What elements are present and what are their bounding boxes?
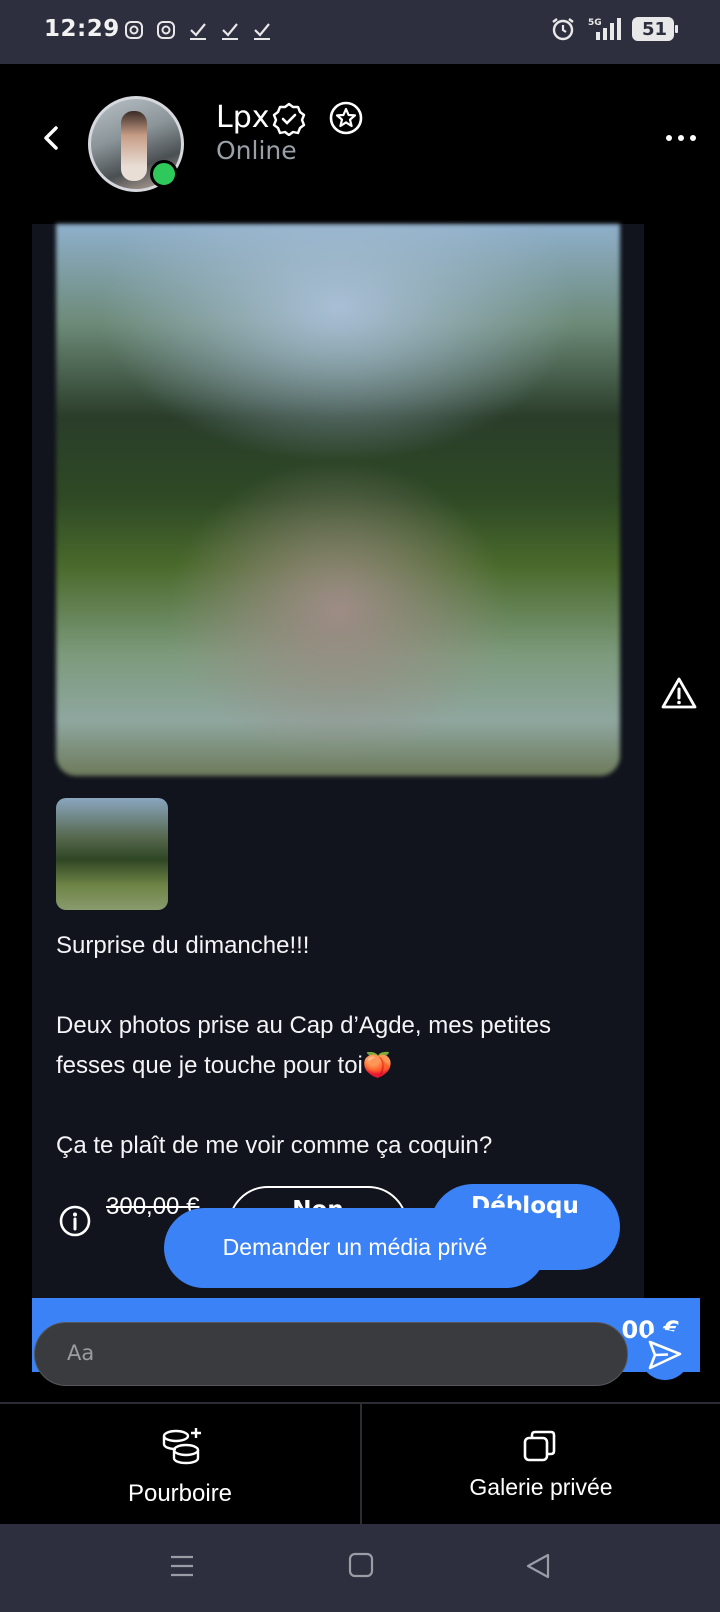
system-icons: 5G 51 [550,16,678,42]
private-gallery-button[interactable]: Galerie privée [362,1404,720,1526]
notification-icons [124,20,272,40]
alarm-icon [552,18,574,41]
online-indicator [150,160,178,188]
coins-plus-icon [162,1428,201,1465]
status-bar: 12:29 5G 51 [0,0,720,64]
send-icon [648,1340,682,1370]
recents-icon[interactable] [168,1552,196,1580]
tip-button[interactable]: Pourboire [0,1404,360,1526]
check-icon [254,23,270,40]
more-icon[interactable] [664,128,698,148]
user-name[interactable]: Lpx [216,100,270,135]
back-icon[interactable] [36,122,68,154]
instagram-icon [157,21,175,39]
verified-icon [272,102,306,136]
message-composer[interactable]: Aa [34,1322,628,1386]
battery-indicator: 51 [632,17,678,41]
signal-5g-icon: 5G [588,18,621,40]
chat-header: Lpx Online [0,64,720,224]
check-icon [190,23,206,40]
gallery-label: Galerie privée [469,1474,613,1500]
system-nav-bar [0,1524,720,1612]
message-text: Surprise du dimanche!!! Deux photos pris… [56,932,551,1159]
media-thumbnail[interactable] [56,798,168,910]
message-input[interactable]: Aa [67,1341,94,1365]
status-time: 12:29 [44,16,120,42]
tip-label: Pourboire [127,1480,233,1507]
warning-icon[interactable] [660,676,698,710]
message-card: Surprise du dimanche!!! Deux photos pris… [32,224,644,1372]
bottom-actions: Pourboire Galerie privée [0,1402,720,1526]
request-private-media-button[interactable]: Demander un média privé [164,1208,546,1288]
nav-back-icon[interactable] [524,1552,552,1580]
gallery-icon [523,1430,556,1462]
info-icon[interactable] [58,1204,92,1238]
home-icon[interactable] [348,1552,374,1578]
blurred-media-image[interactable] [56,224,620,776]
star-icon[interactable] [328,100,364,136]
instagram-icon [125,21,143,39]
send-button[interactable] [640,1330,690,1380]
check-icon [222,23,238,40]
svg-text:5G: 5G [588,18,602,28]
user-status: Online [216,136,297,165]
